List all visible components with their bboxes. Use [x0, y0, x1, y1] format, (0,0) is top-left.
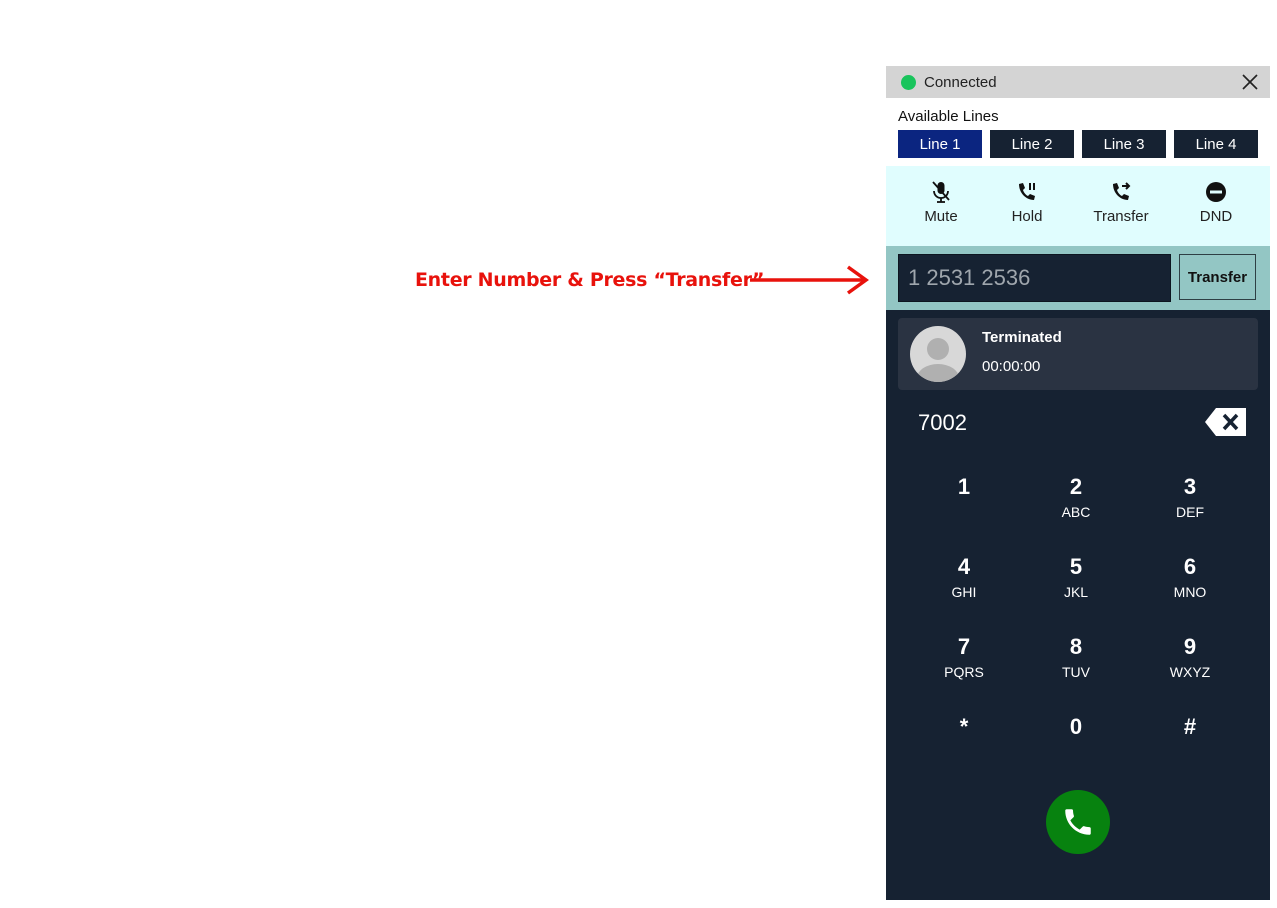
status-indicator-icon [901, 74, 916, 90]
key-hash[interactable]: # [1145, 714, 1235, 778]
key-letters: JKL [1063, 584, 1089, 600]
key-0[interactable]: 0 [1031, 714, 1121, 778]
call-duration: 00:00:00 [982, 358, 1041, 375]
status-label: Connected [924, 73, 997, 91]
key-star[interactable]: * [919, 714, 1009, 778]
phone-hold-icon [1019, 183, 1035, 200]
key-digit: 4 [957, 554, 971, 579]
arrow-right-icon [750, 265, 869, 295]
key-2[interactable]: 2 ABC [1031, 474, 1121, 538]
hold-label: Hold [1011, 208, 1043, 225]
key-digit: 5 [1069, 554, 1083, 579]
key-digit: 9 [1183, 634, 1197, 659]
mute-label: Mute [924, 208, 958, 225]
key-letters: PQRS [944, 664, 984, 680]
dialed-number: 7002 [918, 410, 967, 435]
microphone-off-icon [932, 181, 950, 203]
call-card: Terminated 00:00:00 [898, 318, 1258, 390]
key-4[interactable]: 4 GHI [919, 554, 1009, 618]
key-digit: 7 [957, 634, 971, 659]
key-digit: * [959, 714, 969, 739]
softphone-panel: Connected Available Lines Line 1 Line 2 … [886, 66, 1270, 900]
available-lines-label: Available Lines [898, 108, 999, 125]
key-letters: DEF [1176, 504, 1204, 520]
key-digit: 6 [1183, 554, 1197, 579]
close-icon[interactable] [1240, 72, 1260, 92]
key-3[interactable]: 3 DEF [1145, 474, 1235, 538]
key-digit: 3 [1183, 474, 1197, 499]
key-digit: 2 [1069, 474, 1083, 499]
line-2-button[interactable]: Line 2 [990, 130, 1074, 158]
dnd-button[interactable]: DND [1181, 180, 1251, 225]
user-avatar-icon [910, 326, 966, 382]
hold-button[interactable]: Hold [992, 180, 1062, 225]
transfer-control-button[interactable]: Transfer [1086, 180, 1156, 225]
key-letters: ABC [1061, 504, 1091, 520]
key-letters: GHI [951, 584, 977, 600]
dnd-label: DND [1199, 208, 1233, 225]
call-status: Terminated [982, 329, 1062, 346]
mute-button[interactable]: Mute [906, 180, 976, 225]
transfer-control-label: Transfer [1093, 208, 1149, 225]
available-lines: Available Lines Line 1 Line 2 Line 3 Lin… [886, 98, 1270, 166]
key-digit: 0 [1069, 714, 1083, 739]
line-3-button[interactable]: Line 3 [1082, 130, 1166, 158]
do-not-disturb-icon [1206, 182, 1226, 202]
transfer-bar: Transfer [886, 246, 1270, 310]
key-digit: 1 [957, 474, 971, 499]
status-bar: Connected [886, 66, 1270, 98]
key-letters: MNO [1173, 584, 1207, 600]
backspace-icon[interactable] [1204, 406, 1248, 438]
line-1-button[interactable]: Line 1 [898, 130, 982, 158]
key-9[interactable]: 9 WXYZ [1145, 634, 1235, 698]
key-8[interactable]: 8 TUV [1031, 634, 1121, 698]
transfer-button[interactable]: Transfer [1179, 254, 1256, 300]
key-7[interactable]: 7 PQRS [919, 634, 1009, 698]
phone-forward-icon [1113, 182, 1131, 200]
key-letters: WXYZ [1169, 664, 1211, 680]
call-button[interactable] [1046, 790, 1110, 854]
line-4-button[interactable]: Line 4 [1174, 130, 1258, 158]
phone-call-icon [1065, 809, 1091, 835]
key-letters: TUV [1062, 664, 1090, 680]
call-controls: Mute Hold Transfer DND [886, 166, 1270, 246]
key-5[interactable]: 5 JKL [1031, 554, 1121, 618]
key-1[interactable]: 1 [919, 474, 1009, 538]
key-digit: 8 [1069, 634, 1083, 659]
key-digit: # [1183, 714, 1197, 739]
instruction-annotation: Enter Number & Press “Transfer” [415, 269, 765, 291]
transfer-number-input[interactable] [898, 254, 1171, 302]
key-6[interactable]: 6 MNO [1145, 554, 1235, 618]
